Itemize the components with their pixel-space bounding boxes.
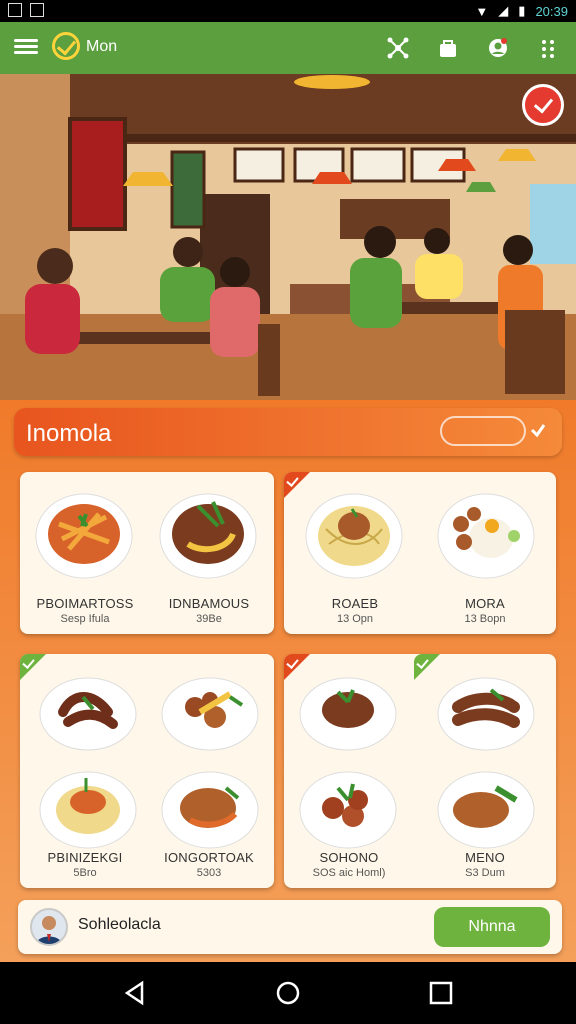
battery-icon: ▮ bbox=[518, 3, 526, 18]
dish-name: MORA bbox=[465, 596, 505, 611]
logo-check-icon bbox=[52, 32, 80, 60]
dish-name: ROAEB bbox=[331, 596, 379, 611]
dish-name: IDNBAMOUS bbox=[168, 596, 250, 611]
app-title: Mon bbox=[86, 38, 118, 55]
dish-name: SOHONO bbox=[319, 850, 379, 865]
dish-image bbox=[38, 662, 138, 762]
home-icon[interactable] bbox=[275, 980, 301, 1006]
dish-subtitle: 39Be bbox=[196, 613, 222, 625]
dish-image bbox=[34, 484, 134, 584]
recents-icon[interactable] bbox=[428, 980, 454, 1006]
dish-image bbox=[160, 662, 260, 762]
dish-image bbox=[158, 484, 258, 584]
category-pill[interactable] bbox=[440, 416, 526, 446]
dish-card[interactable]: PBOIMARTOSS Sesp Ifula IDNBAMOUS 39Be bbox=[20, 472, 274, 634]
dish-image bbox=[160, 758, 260, 858]
notification-icon-2 bbox=[30, 3, 44, 17]
menu-panel: Inomola PBOIMARTOSS Sesp Ifula IDNBAMOUS… bbox=[0, 400, 576, 962]
signal-icon: ◢ bbox=[498, 3, 509, 18]
dish-image bbox=[436, 662, 536, 762]
dish-image bbox=[298, 662, 398, 762]
avatar[interactable] bbox=[30, 908, 68, 946]
dish-card[interactable]: ROAEB 13 Opn MORA 13 Bopn bbox=[284, 472, 556, 634]
dish-card[interactable]: PBINIZEKGI 5Bro IONGORTOAK 5303 bbox=[20, 654, 274, 888]
restaurant-illustration bbox=[0, 74, 576, 400]
profile-icon[interactable] bbox=[484, 34, 512, 62]
dish-subtitle: 13 Opn bbox=[336, 613, 374, 625]
chevron-down-icon[interactable] bbox=[528, 420, 548, 440]
app-bar: Mon bbox=[0, 22, 576, 74]
menu-button[interactable]: Nhnna bbox=[434, 907, 550, 947]
system-nav-bar bbox=[0, 962, 576, 1024]
user-bar: Sohleolacla Nhnna bbox=[18, 900, 562, 954]
notification-icon bbox=[8, 3, 22, 17]
dish-card[interactable]: SOHONO SOS aic Homl) MENO S3 Dum bbox=[284, 654, 556, 888]
bag-icon[interactable] bbox=[434, 34, 462, 62]
share-icon[interactable] bbox=[384, 34, 412, 62]
dish-subtitle: 13 Bopn bbox=[464, 613, 506, 625]
dish-subtitle: 5303 bbox=[196, 867, 222, 879]
dish-name: PBINIZEKGI bbox=[47, 850, 123, 865]
dish-image bbox=[304, 484, 404, 584]
dish-image bbox=[298, 758, 398, 858]
dish-name: PBOIMARTOSS bbox=[36, 596, 134, 611]
status-bar: ▼ ◢ ▮ 20:39 bbox=[0, 0, 576, 22]
category-bar[interactable]: Inomola bbox=[14, 408, 562, 456]
dish-image bbox=[436, 758, 536, 858]
dish-image bbox=[38, 758, 138, 858]
dish-subtitle: Sesp Ifula bbox=[60, 613, 110, 625]
menu-icon[interactable] bbox=[14, 36, 38, 58]
favorite-check-icon[interactable] bbox=[522, 84, 564, 126]
clock: 20:39 bbox=[535, 3, 568, 19]
dish-subtitle: 5Bro bbox=[73, 867, 97, 879]
dish-image bbox=[436, 484, 536, 584]
wifi-icon: ▼ bbox=[475, 3, 489, 19]
category-title: Inomola bbox=[26, 420, 112, 447]
dish-name: MENO bbox=[465, 850, 505, 865]
username: Sohleolacla bbox=[78, 916, 161, 933]
back-icon[interactable] bbox=[122, 980, 148, 1006]
dish-name: IONGORTOAK bbox=[164, 850, 254, 865]
more-vert-icon[interactable] bbox=[534, 34, 562, 62]
dish-subtitle: SOS aic Homl) bbox=[312, 867, 386, 879]
hero-image bbox=[0, 74, 576, 400]
dish-subtitle: S3 Dum bbox=[465, 867, 505, 879]
